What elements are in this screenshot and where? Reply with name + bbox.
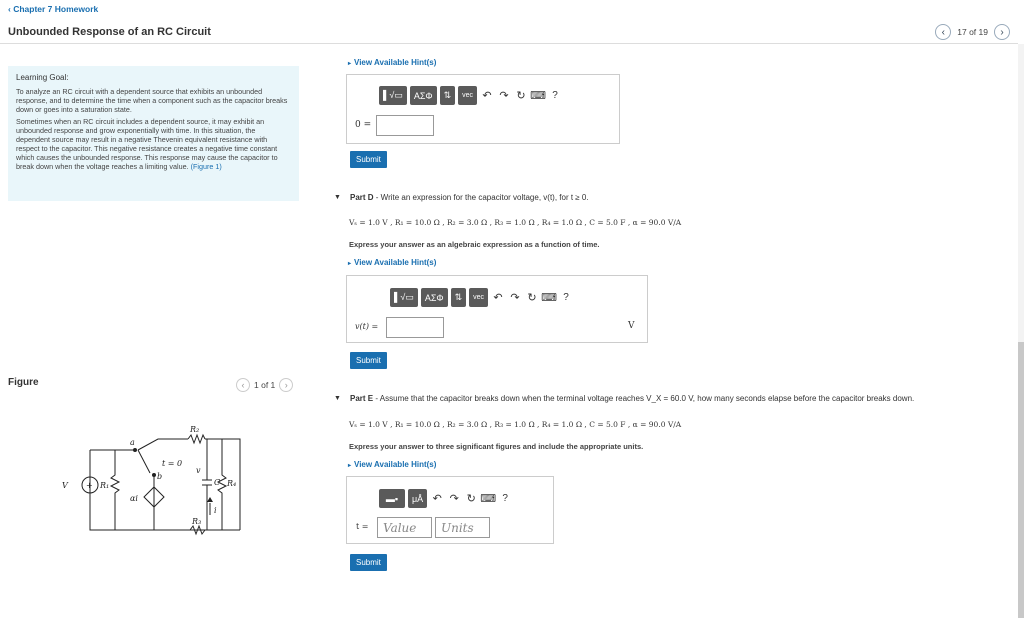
part-e-math-toolbar: ▬▪ μÅ ↶ ↷ ↻ ⌨ ? [379,489,512,508]
dependent-source-label: αi [130,494,138,503]
rc-circuit-diagram: + V R₁ R₂ R₃ R₄ C t = 0 a b αi i v [62,425,241,536]
part-e-hint-link[interactable]: ▸ View Available Hint(s) [348,460,436,469]
node-a-label: a [130,438,135,447]
scrollbar-thumb[interactable] [1018,342,1024,618]
help-icon[interactable]: ? [559,291,573,305]
part-d-input-label: v(t) = [355,322,379,331]
part-e-title: Part E [350,394,374,403]
vector-button[interactable]: vec [458,86,478,105]
part-e-value-input[interactable]: Value [377,517,432,538]
learning-goal-text-2-body: Sometimes when an RC circuit includes a … [16,117,278,171]
part-e-input-label: t = [356,522,369,531]
next-problem-button[interactable]: › [994,24,1010,40]
units-button[interactable]: μÅ [408,489,428,508]
prev-problem-button[interactable]: ‹ [935,24,952,40]
part-d-question: - Write an expression for the capacitor … [373,193,589,202]
part-e-units-input[interactable]: Units [435,517,490,538]
arrows-button[interactable]: ⇅ [439,86,456,105]
redo-icon[interactable]: ↷ [508,291,522,305]
figure-pager: ‹ 1 of 1 › [236,378,294,392]
part-e-hint-label: View Available Hint(s) [354,460,437,469]
scrollbar[interactable] [1018,44,1024,618]
greek-symbols-button[interactable]: ΑΣΦ [409,86,437,105]
part-e-header[interactable]: Part E - Assume that the capacitor break… [350,394,914,403]
back-to-chapter-link[interactable]: ‹ Chapter 7 Homework [8,4,98,14]
vs-label: V [62,481,69,490]
arrows-button[interactable]: ⇅ [450,288,467,307]
part-e-submit-button[interactable]: Submit [350,554,387,571]
reset-icon[interactable]: ↻ [514,89,528,103]
part-c-hint-link[interactable]: ▸ View Available Hint(s) [348,58,436,67]
problem-pager: ‹ 17 of 19 › [935,24,1010,40]
reset-icon[interactable]: ↻ [464,492,478,506]
part-d-title: Part D [350,193,374,202]
part-d-answer-input[interactable] [386,317,444,338]
greek-symbols-button[interactable]: ΑΣΦ [420,288,448,307]
templates-button[interactable]: ▌√▭ [379,86,407,105]
part-d-hint-link[interactable]: ▸ View Available Hint(s) [348,258,436,267]
redo-icon[interactable]: ↷ [497,89,511,103]
part-d-submit-button[interactable]: Submit [350,352,387,369]
prev-figure-button[interactable]: ‹ [236,378,250,392]
part-d-hint-label: View Available Hint(s) [354,258,437,267]
reset-icon[interactable]: ↻ [525,291,539,305]
templates-button[interactable]: ▌√▭ [390,288,418,307]
header-divider [0,43,1018,44]
current-label: i [214,506,217,515]
part-c-hint-label: View Available Hint(s) [354,58,437,67]
capacitor-label: C [214,478,220,487]
vs-plus: + [86,481,93,490]
part-d-collapse-icon[interactable]: ▼ [334,194,341,201]
r4-label: R₄ [226,479,236,488]
vector-button[interactable]: vec [469,288,489,307]
part-c-answer-input[interactable] [376,115,434,136]
part-c-math-toolbar: ▌√▭ ΑΣΦ ⇅ vec ↶ ↷ ↻ ⌨ ? [379,86,562,105]
part-d-unit-label: V [628,321,635,331]
redo-icon[interactable]: ↷ [447,492,461,506]
part-e-question: - Assume that the capacitor breaks down … [373,394,915,403]
part-c-input-label: 0 = [355,120,372,130]
part-e-collapse-icon[interactable]: ▼ [334,395,341,402]
part-c-submit-button[interactable]: Submit [350,151,387,168]
undo-icon[interactable]: ↶ [480,89,494,103]
part-e-given-values: Vₛ = 1.0 V , R₁ = 10.0 Ω , R₂ = 3.0 Ω , … [349,420,682,429]
r3-label: R₃ [191,517,201,526]
header: ‹ Chapter 7 Homework Unbounded Response … [0,0,1024,44]
help-icon[interactable]: ? [498,492,512,506]
learning-goal-text-2: Sometimes when an RC circuit includes a … [16,117,291,171]
fraction-template-button[interactable]: ▬▪ [379,489,405,508]
undo-icon[interactable]: ↶ [430,492,444,506]
node-b-label: b [157,472,162,481]
figure-link[interactable]: (Figure 1) [191,162,222,171]
page-title: Unbounded Response of an RC Circuit [8,26,211,38]
cap-voltage-label: v [196,466,201,475]
problem-pager-text: 17 of 19 [957,27,988,37]
figure-label: Figure [8,377,39,388]
part-d-instruction: Express your answer as an algebraic expr… [349,240,600,249]
r1-label: R₁ [99,481,109,490]
help-icon[interactable]: ? [548,89,562,103]
part-d-header[interactable]: Part D - Write an expression for the cap… [350,193,589,202]
learning-goal-title: Learning Goal: [16,73,69,82]
switch-time-label: t = 0 [162,459,182,468]
part-d-math-toolbar: ▌√▭ ΑΣΦ ⇅ vec ↶ ↷ ↻ ⌨ ? [390,288,573,307]
undo-icon[interactable]: ↶ [491,291,505,305]
back-link-label: Chapter 7 Homework [13,4,99,14]
learning-goal-text: To analyze an RC circuit with a dependen… [16,87,288,114]
next-figure-button[interactable]: › [279,378,294,392]
figure-pager-text: 1 of 1 [254,380,276,390]
r2-label: R₂ [189,425,199,434]
keyboard-icon[interactable]: ⌨ [530,89,546,103]
part-e-instruction: Express your answer to three significant… [349,442,644,451]
keyboard-icon[interactable]: ⌨ [541,291,557,305]
part-d-given-values: Vₛ = 1.0 V , R₁ = 10.0 Ω , R₂ = 3.0 Ω , … [349,218,682,227]
learning-goal-panel: Learning Goal: To analyze an RC circuit … [8,66,299,201]
keyboard-icon[interactable]: ⌨ [480,492,496,506]
